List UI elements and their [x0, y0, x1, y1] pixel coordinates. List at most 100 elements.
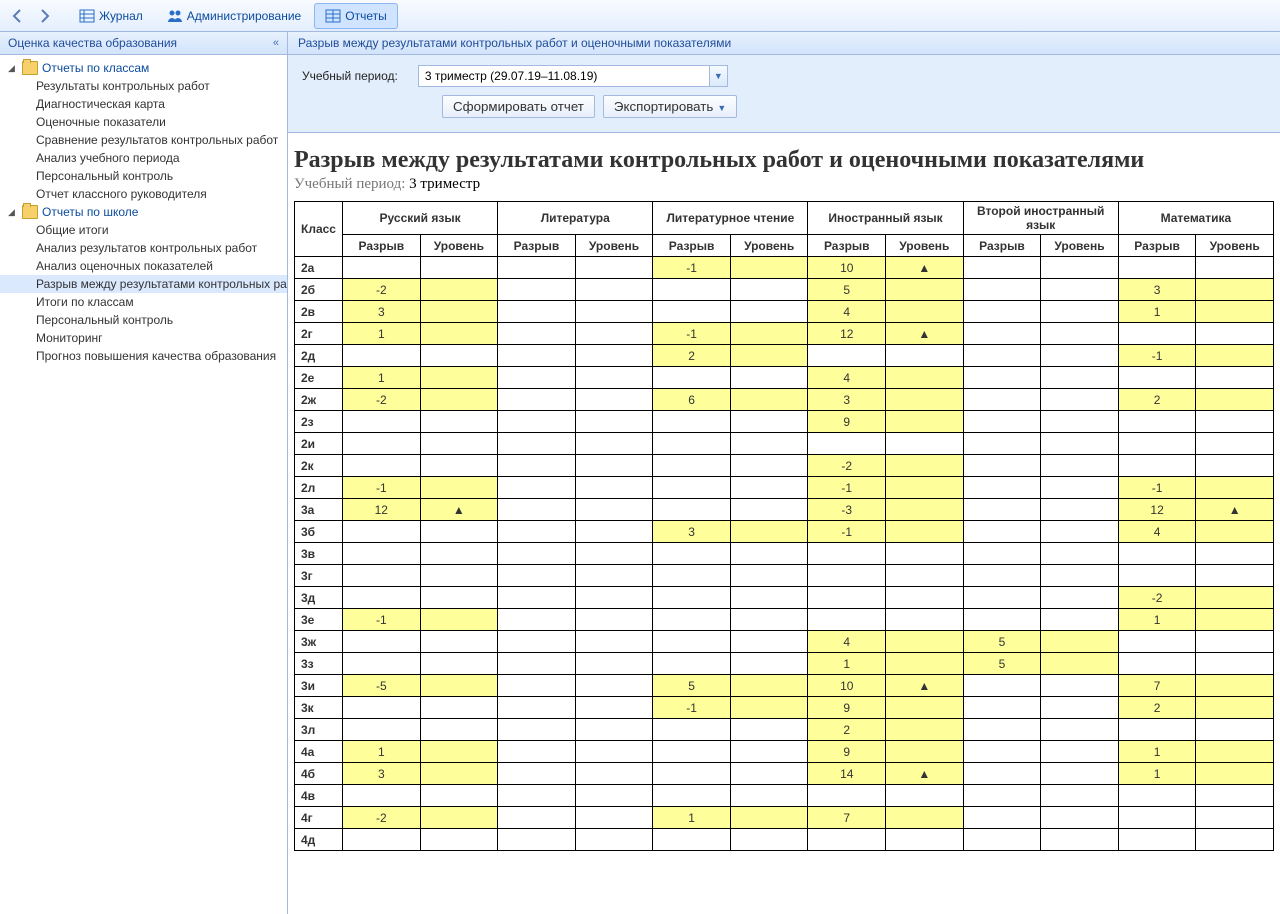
cell-gap: 2	[1118, 697, 1196, 719]
cell-level	[1041, 455, 1119, 477]
cell-gap	[808, 785, 886, 807]
cell-level	[730, 257, 808, 279]
cell-gap	[963, 389, 1041, 411]
cell-gap	[498, 389, 576, 411]
top-toolbar: Журнал Администрирование Отчеты	[0, 0, 1280, 32]
cell-level	[1041, 609, 1119, 631]
cell-level	[420, 477, 498, 499]
cell-gap	[498, 279, 576, 301]
tree-item[interactable]: Итоги по классам	[0, 293, 287, 311]
cell-level	[886, 609, 964, 631]
export-button[interactable]: Экспортировать▼	[603, 95, 737, 118]
tree-item[interactable]: Прогноз повышения качества образования	[0, 347, 287, 365]
period-combo[interactable]: ▼	[418, 65, 728, 87]
cell-level	[1196, 609, 1274, 631]
tab-reports[interactable]: Отчеты	[314, 3, 397, 29]
col-sub-header: Разрыв	[808, 235, 886, 257]
cell-gap: -2	[343, 807, 421, 829]
combo-trigger-button[interactable]: ▼	[709, 66, 727, 86]
cell-level	[575, 455, 653, 477]
cell-gap	[963, 455, 1041, 477]
cell-gap	[653, 719, 731, 741]
cell-gap: -2	[343, 279, 421, 301]
cell-gap	[653, 543, 731, 565]
tree-item-label: Диагностическая карта	[36, 97, 165, 111]
sidebar: Оценка качества образования « ◢Отчеты по…	[0, 32, 288, 914]
tree-item-label: Отчет классного руководителя	[36, 187, 207, 201]
cell-level	[575, 807, 653, 829]
period-input[interactable]	[419, 69, 709, 83]
cell-gap: -1	[808, 477, 886, 499]
tree-item[interactable]: Анализ результатов контрольных работ	[0, 239, 287, 257]
tab-label: Администрирование	[187, 9, 301, 23]
table-row: 4г-217	[295, 807, 1274, 829]
cell-gap	[653, 433, 731, 455]
cell-class: 4б	[295, 763, 343, 785]
table-row: 2г1-112▲	[295, 323, 1274, 345]
tree-item[interactable]: Результаты контрольных работ	[0, 77, 287, 95]
cell-gap: 4	[808, 631, 886, 653]
generate-report-button[interactable]: Сформировать отчет	[442, 95, 595, 118]
cell-level	[1041, 389, 1119, 411]
cell-level	[730, 499, 808, 521]
tree-item[interactable]: Анализ оценочных показателей	[0, 257, 287, 275]
cell-gap: 2	[653, 345, 731, 367]
cell-level	[420, 257, 498, 279]
tree-item-label: Результаты контрольных работ	[36, 79, 210, 93]
cell-gap	[963, 565, 1041, 587]
cell-level	[730, 433, 808, 455]
cell-gap	[963, 609, 1041, 631]
nav-forward-button[interactable]	[32, 4, 56, 28]
tree-item[interactable]: Отчет классного руководителя	[0, 185, 287, 203]
cell-level	[575, 301, 653, 323]
table-row: 4д	[295, 829, 1274, 851]
export-label: Экспортировать	[614, 99, 713, 114]
cell-level	[886, 433, 964, 455]
cell-level	[420, 455, 498, 477]
cell-level	[730, 697, 808, 719]
cell-gap	[653, 653, 731, 675]
cell-gap	[1118, 807, 1196, 829]
tree-group[interactable]: ◢Отчеты по школе	[0, 203, 287, 221]
cell-level	[575, 433, 653, 455]
tree-item[interactable]: Анализ учебного периода	[0, 149, 287, 167]
cell-level	[1041, 477, 1119, 499]
cell-level	[1196, 565, 1274, 587]
cell-gap	[343, 565, 421, 587]
tree-item[interactable]: Персональный контроль	[0, 311, 287, 329]
tree-item[interactable]: Оценочные показатели	[0, 113, 287, 131]
cell-gap	[498, 609, 576, 631]
tree-group[interactable]: ◢Отчеты по классам	[0, 59, 287, 77]
cell-gap	[653, 587, 731, 609]
cell-level	[1196, 587, 1274, 609]
cell-gap	[498, 411, 576, 433]
tab-journal[interactable]: Журнал	[68, 3, 154, 29]
cell-level	[1196, 257, 1274, 279]
cell-gap: -1	[343, 609, 421, 631]
cell-gap: 4	[808, 301, 886, 323]
cell-gap	[653, 279, 731, 301]
tree-item[interactable]: Разрыв между результатами контрольных ра…	[0, 275, 287, 293]
tree-item[interactable]: Сравнение результатов контрольных работ	[0, 131, 287, 149]
nav-back-button[interactable]	[6, 4, 30, 28]
cell-level	[730, 785, 808, 807]
cell-gap: -1	[808, 521, 886, 543]
cell-level	[886, 455, 964, 477]
cell-class: 3л	[295, 719, 343, 741]
cell-gap: 1	[1118, 609, 1196, 631]
tab-admin[interactable]: Администрирование	[156, 3, 312, 29]
cell-level	[730, 323, 808, 345]
cell-level	[575, 499, 653, 521]
cell-gap	[963, 521, 1041, 543]
tree-item[interactable]: Персональный контроль	[0, 167, 287, 185]
cell-gap	[963, 367, 1041, 389]
table-row: 3ж45	[295, 631, 1274, 653]
tree-item[interactable]: Мониторинг	[0, 329, 287, 347]
cell-level	[886, 301, 964, 323]
cell-gap	[343, 697, 421, 719]
tree-item[interactable]: Общие итоги	[0, 221, 287, 239]
cell-class: 2е	[295, 367, 343, 389]
tree-item[interactable]: Диагностическая карта	[0, 95, 287, 113]
collapse-sidebar-button[interactable]: «	[273, 37, 279, 49]
table-row: 4б314▲1	[295, 763, 1274, 785]
